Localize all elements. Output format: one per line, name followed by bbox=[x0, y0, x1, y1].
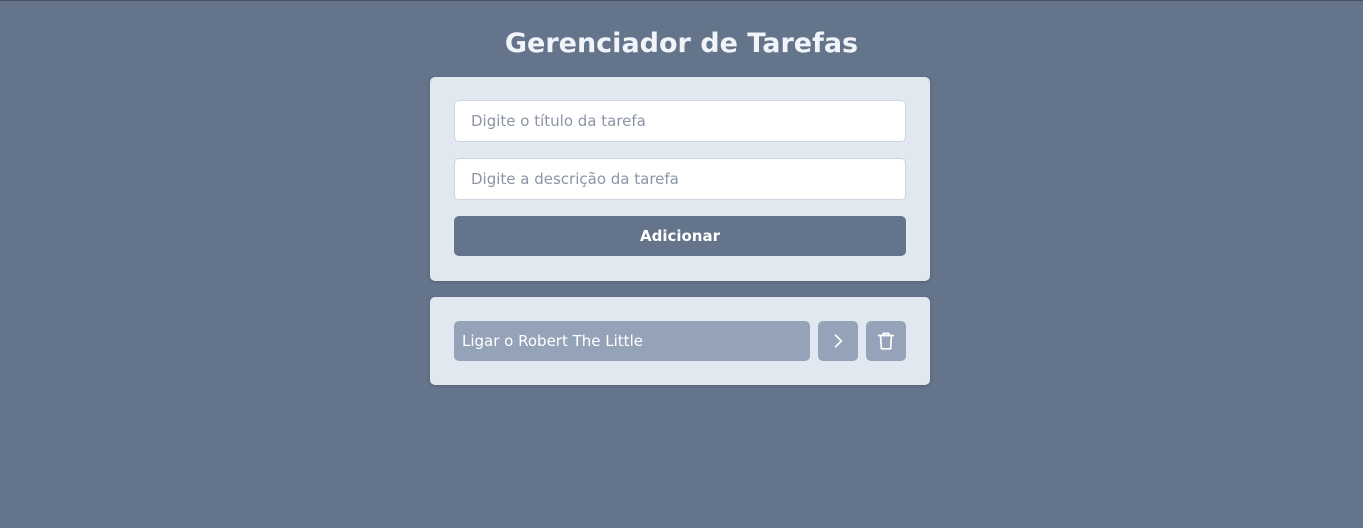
task-list-card: Ligar o Robert The Little bbox=[430, 297, 930, 385]
task-description-input[interactable] bbox=[454, 158, 906, 200]
chevron-right-icon bbox=[828, 331, 848, 351]
add-task-button[interactable]: Adicionar bbox=[454, 216, 906, 256]
task-title-input[interactable] bbox=[454, 100, 906, 142]
task-details-button[interactable] bbox=[818, 321, 858, 361]
task-title-button[interactable]: Ligar o Robert The Little bbox=[454, 321, 810, 361]
task-form-card: Adicionar bbox=[430, 77, 930, 281]
task-delete-button[interactable] bbox=[866, 321, 906, 361]
trash-icon bbox=[875, 330, 897, 352]
page-title: Gerenciador de Tarefas bbox=[504, 28, 859, 59]
task-list-item: Ligar o Robert The Little bbox=[454, 321, 906, 361]
